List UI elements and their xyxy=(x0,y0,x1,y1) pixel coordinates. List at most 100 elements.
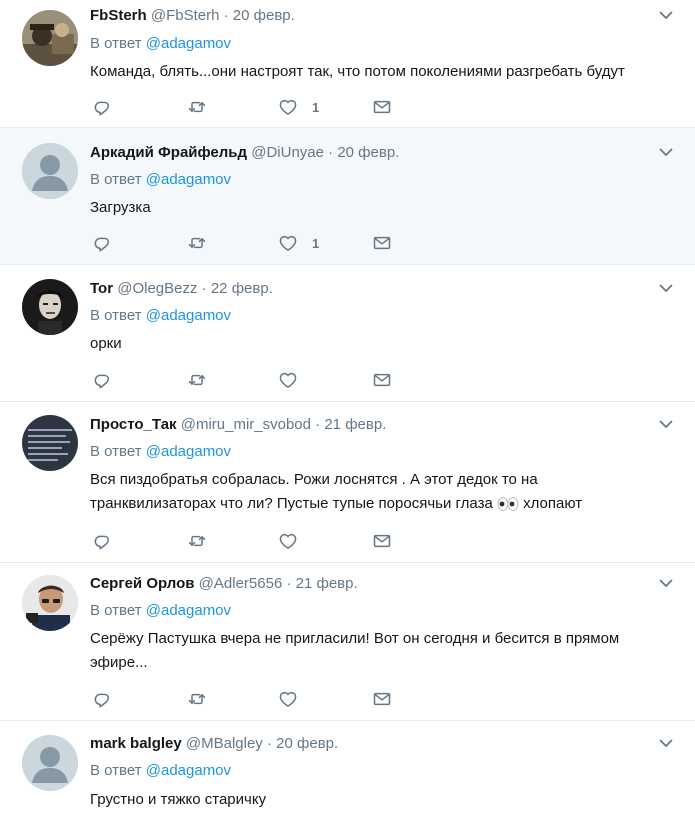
mention-link[interactable]: @adagamov xyxy=(146,602,231,619)
display-name[interactable]: Аркадий Фрайфельд xyxy=(90,144,247,161)
reply-context: В ответ @adagamov xyxy=(90,306,231,326)
separator: · xyxy=(315,416,321,433)
reply-button[interactable] xyxy=(92,232,112,254)
timestamp[interactable]: 22 февр. xyxy=(211,280,273,297)
tweet-header: mark balgley @MBalgley · 20 февр. xyxy=(90,735,338,753)
tweet-header: FbSterh @FbSterh · 20 февр. xyxy=(90,7,295,25)
avatar[interactable] xyxy=(22,575,78,631)
separator: · xyxy=(223,7,229,24)
reply-button[interactable] xyxy=(92,96,112,118)
display-name[interactable]: FbSterh xyxy=(90,7,147,24)
tweet-text: Загрузка xyxy=(90,199,151,216)
timestamp[interactable]: 21 февр. xyxy=(324,416,386,433)
tweet-header: Просто_Так @miru_mir_svobod · 21 февр. xyxy=(90,416,386,434)
tweet-actions: 1 xyxy=(90,232,410,254)
direct-message-button[interactable] xyxy=(372,530,392,552)
envelope-icon xyxy=(372,97,392,117)
username[interactable]: @miru_mir_svobod xyxy=(181,416,311,433)
tweet[interactable]: mark balgley @MBalgley · 20 февр. В отве… xyxy=(0,721,695,813)
direct-message-button[interactable] xyxy=(372,96,392,118)
reply-prefix: В ответ xyxy=(90,307,142,324)
retweet-button[interactable] xyxy=(187,232,207,254)
reply-button[interactable] xyxy=(92,530,112,552)
reply-prefix: В ответ xyxy=(90,171,142,188)
avatar[interactable] xyxy=(22,415,78,471)
like-button[interactable]: 1 xyxy=(278,96,319,118)
timestamp[interactable]: 20 февр. xyxy=(233,7,295,24)
mention-link[interactable]: @adagamov xyxy=(146,35,231,52)
display-name[interactable]: Tor xyxy=(90,280,113,297)
mention-link[interactable]: @adagamov xyxy=(146,443,231,460)
tweet-actions: 1 xyxy=(90,96,410,118)
retweet-button[interactable] xyxy=(187,688,207,710)
direct-message-button[interactable] xyxy=(372,369,392,391)
avatar[interactable] xyxy=(22,10,78,66)
reply-prefix: В ответ xyxy=(90,602,142,619)
tweet[interactable]: Просто_Так @miru_mir_svobod · 21 февр. В… xyxy=(0,402,695,563)
heart-icon xyxy=(278,689,298,709)
tweet-text-line: Серёжу Пастушка вчера не пригласили! Вот… xyxy=(90,630,620,647)
replies-feed: FbSterh @FbSterh · 20 февр. В ответ @ada… xyxy=(0,0,695,813)
display-name[interactable]: Сергей Орлов xyxy=(90,575,195,592)
timestamp[interactable]: 21 февр. xyxy=(296,575,358,592)
tweet-text: орки xyxy=(90,335,122,352)
chevron-down-icon[interactable] xyxy=(657,415,675,433)
tweet-text-line: транквилизаторах что ли? Пустые тупые по… xyxy=(90,492,665,516)
username[interactable]: @DiUnyae xyxy=(251,144,324,161)
timestamp[interactable]: 20 февр. xyxy=(337,144,399,161)
reply-button[interactable] xyxy=(92,688,112,710)
reply-context: В ответ @adagamov xyxy=(90,601,231,621)
chevron-down-icon[interactable] xyxy=(657,6,675,24)
envelope-icon xyxy=(372,531,392,551)
separator: · xyxy=(201,280,207,297)
tweet-text: Команда, блять...они настроят так, что п… xyxy=(90,63,625,80)
reply-button[interactable] xyxy=(92,369,112,391)
username[interactable]: @Adler5656 xyxy=(199,575,283,592)
chevron-down-icon[interactable] xyxy=(657,734,675,752)
reply-context: В ответ @adagamov xyxy=(90,34,231,54)
display-name[interactable]: mark balgley xyxy=(90,735,182,752)
like-button[interactable] xyxy=(278,688,312,710)
tweet-header: Сергей Орлов @Adler5656 · 21 февр. xyxy=(90,575,358,593)
avatar-photo-icon xyxy=(22,279,78,335)
default-avatar-icon xyxy=(22,735,78,791)
avatar[interactable] xyxy=(22,735,78,791)
direct-message-button[interactable] xyxy=(372,688,392,710)
username[interactable]: @OlegBezz xyxy=(117,280,197,297)
timestamp[interactable]: 20 февр. xyxy=(276,735,338,752)
retweet-button[interactable] xyxy=(187,369,207,391)
direct-message-button[interactable] xyxy=(372,232,392,254)
retweet-icon xyxy=(187,531,207,551)
envelope-icon xyxy=(372,689,392,709)
retweet-icon xyxy=(187,97,207,117)
chevron-down-icon[interactable] xyxy=(657,279,675,297)
like-button[interactable]: 1 xyxy=(278,232,319,254)
username[interactable]: @MBalgley xyxy=(186,735,263,752)
mention-link[interactable]: @adagamov xyxy=(146,171,231,188)
separator: · xyxy=(266,735,272,752)
display-name[interactable]: Просто_Так xyxy=(90,416,177,433)
avatar[interactable] xyxy=(22,143,78,199)
heart-icon xyxy=(278,233,298,253)
retweet-button[interactable] xyxy=(187,96,207,118)
retweet-button[interactable] xyxy=(187,530,207,552)
avatar-text-image-icon xyxy=(22,415,78,471)
chevron-down-icon[interactable] xyxy=(657,574,675,592)
tweet[interactable]: Tor @OlegBezz · 22 февр. В ответ @adagam… xyxy=(0,265,695,402)
tweet-header: Tor @OlegBezz · 22 февр. xyxy=(90,280,273,298)
avatar[interactable] xyxy=(22,279,78,335)
tweet[interactable]: FbSterh @FbSterh · 20 февр. В ответ @ada… xyxy=(0,0,695,128)
like-count: 1 xyxy=(312,235,320,251)
tweet[interactable]: Аркадий Фрайфельд @DiUnyae · 20 февр. В … xyxy=(0,128,695,265)
tweet-text-fragment: транквилизаторах что ли? Пустые тупые по… xyxy=(90,495,493,512)
chevron-down-icon[interactable] xyxy=(657,143,675,161)
tweet[interactable]: Сергей Орлов @Adler5656 · 21 февр. В отв… xyxy=(0,563,695,721)
mention-link[interactable]: @adagamov xyxy=(146,762,231,779)
tweet-text: Грустно и тяжко старичку xyxy=(90,791,267,808)
username[interactable]: @FbSterh xyxy=(151,7,220,24)
tweet-actions xyxy=(90,369,410,391)
mention-link[interactable]: @adagamov xyxy=(146,307,231,324)
like-button[interactable] xyxy=(278,369,312,391)
tweet-actions xyxy=(90,688,410,710)
like-button[interactable] xyxy=(278,530,312,552)
